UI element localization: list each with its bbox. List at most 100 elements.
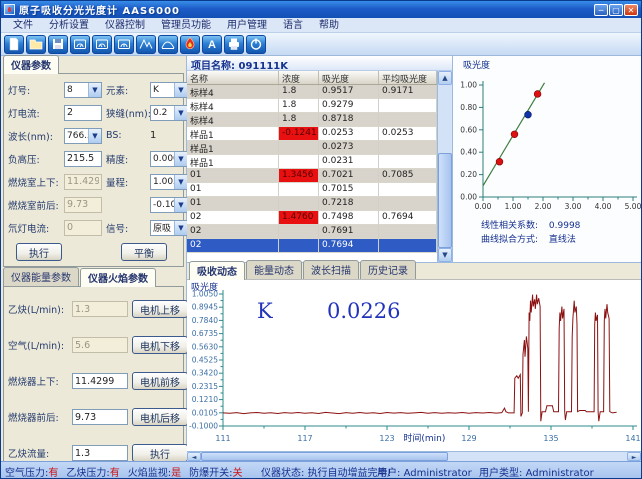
flame-button-2[interactable]: 电机前移 [132,372,188,390]
scroll-down-icon[interactable]: ▼ [438,248,452,262]
menu-item-5[interactable]: 语言 [275,18,311,32]
field-select-0[interactable]: 8▼ [64,82,102,98]
field-label-3: 狭缝(nm): [106,106,150,120]
instrument-params-panel: 仪器参数 灯号:8▼元素:K▼灯电流:狭缝(nm):0.2▼波长(nm):766… [1,56,186,269]
menu-bar: 文件分析设置仪器控制管理员功能用户管理语言帮助 [1,18,641,33]
field-input-6[interactable] [64,151,102,167]
table-row[interactable]: 标样41.80.95170.9171 [187,85,437,99]
save-button[interactable] [48,35,68,54]
table-row[interactable]: 011.34560.70210.7085 [187,169,437,183]
table-row[interactable]: 020.7691 [187,225,437,239]
chevron-down-icon[interactable]: ▼ [174,83,187,97]
table-row[interactable]: 010.7218 [187,197,437,211]
lamp-gauge-button[interactable] [70,35,90,54]
svg-text:0.4525: 0.4525 [192,356,218,365]
power-button[interactable] [246,35,266,54]
flame-button-1[interactable]: 电机下移 [132,336,188,354]
table-row[interactable]: 010.7015 [187,183,437,197]
svg-text:0.00: 0.00 [475,202,492,211]
tab-flame-1[interactable]: 仪器火焰参数 [80,268,156,287]
status-item-0: 空气压力:有 [5,468,58,479]
chart-horizontal-scrollbar[interactable]: ◄ ► [187,451,641,461]
column-header-3[interactable]: 平均吸光度 [379,71,437,84]
flame-input-3[interactable] [72,409,128,425]
menu-item-1[interactable]: 分析设置 [41,18,97,32]
tab-chart-0[interactable]: 吸收动态 [189,261,245,280]
menu-item-4[interactable]: 用户管理 [219,18,275,32]
flame-button[interactable] [180,35,200,54]
tab-flame-0[interactable]: 仪器能量参数 [3,267,79,286]
scroll-up-icon[interactable]: ▲ [438,71,452,85]
tab-chart-3[interactable]: 历史记录 [360,260,416,279]
hscroll-thumb[interactable] [201,452,448,461]
flame-button-0[interactable]: 电机上移 [132,300,188,318]
cell: 02 [187,225,279,238]
minimize-icon[interactable]: ─ [594,4,608,16]
tab-chart-2[interactable]: 波长扫描 [303,260,359,279]
field-label-1: 元素: [106,83,150,97]
new-file-icon [6,36,22,52]
column-header-0[interactable]: 名称 [187,71,279,84]
menu-item-3[interactable]: 管理员功能 [153,18,219,32]
lamp-gauge2-button[interactable] [92,35,112,54]
svg-text:0.5630: 0.5630 [192,342,218,351]
table-row[interactable]: 样品10.0231 [187,155,437,169]
field-select-13[interactable]: 原吸▼ [150,220,188,236]
field-select-9[interactable]: 1.0050▼ [150,174,188,190]
table-row[interactable]: 021.47600.74980.7694 [187,211,437,225]
print-button[interactable] [224,35,244,54]
open-file-button[interactable] [26,35,46,54]
table-row[interactable]: 标样41.80.8718 [187,113,437,127]
chevron-down-icon[interactable]: ▼ [174,198,187,212]
flame-input-2[interactable] [72,373,128,389]
title-bar: 原子吸收分光光度计 AAS6000 ─ ▢ ✕ [1,1,641,18]
field-select-7[interactable]: 0.0000▼ [150,151,188,167]
field-select-1[interactable]: K▼ [150,82,188,98]
table-row[interactable]: 样品10.0273 [187,141,437,155]
field-input-2[interactable] [64,105,102,121]
table-row[interactable]: 样品1-0.12410.02530.0253 [187,127,437,141]
absorption-plot: 吸光度1.00500.89450.78400.67350.56300.45250… [187,280,641,451]
close-icon[interactable]: ✕ [624,4,638,16]
status-bar: 空气压力:有乙炔压力:有火焰监视:是防爆开关:关 仪器状态: 执行自动增益完毕!… [1,461,641,478]
fit-label: 曲线拟合方式: [481,235,538,245]
menu-item-6[interactable]: 帮助 [311,18,347,32]
svg-text:117: 117 [297,434,312,443]
field-label-13: 信号: [106,221,150,235]
new-file-button[interactable] [4,35,24,54]
flame-button-3[interactable]: 电机后移 [132,408,188,426]
table-row[interactable]: 标样41.80.9279 [187,99,437,113]
open-file-icon [28,36,44,52]
tab-chart-1[interactable]: 能量动态 [246,260,302,279]
field-select-4[interactable]: 766.5▼ [64,128,102,144]
energy-gauge-button[interactable] [114,35,134,54]
peak-scan-button[interactable] [136,35,156,54]
table-row[interactable]: 020.7694 [187,239,437,253]
tab-instrument-params[interactable]: 仪器参数 [3,55,59,74]
flame-input-4[interactable] [72,445,128,461]
wavelength-calib-button[interactable] [158,35,178,54]
field-select-3[interactable]: 0.2▼ [150,105,188,121]
chevron-down-icon[interactable]: ▼ [88,129,101,143]
balance-button[interactable]: 平衡 [121,243,167,261]
scroll-right-icon[interactable]: ► [627,452,641,461]
chevron-down-icon[interactable]: ▼ [88,83,101,97]
maximize-icon[interactable]: ▢ [609,4,623,16]
svg-text:129: 129 [461,434,476,443]
field-select-11[interactable]: -0.1000▼ [150,197,188,213]
flame-button-4[interactable]: 执行 [132,444,188,462]
menu-item-2[interactable]: 仪器控制 [97,18,153,32]
chevron-down-icon[interactable]: ▼ [174,175,187,189]
column-header-1[interactable]: 浓度 [279,71,319,84]
chevron-down-icon[interactable]: ▼ [174,221,187,235]
execute-button[interactable]: 执行 [16,243,62,261]
menu-item-0[interactable]: 文件 [5,18,41,32]
chevron-down-icon[interactable]: ▼ [174,152,187,166]
svg-text:1.0050: 1.0050 [192,290,218,299]
scroll-left-icon[interactable]: ◄ [187,452,201,461]
column-header-2[interactable]: 吸光度 [319,71,379,84]
autosampler-button[interactable]: A [202,35,222,54]
scroll-thumb[interactable] [438,153,452,248]
chevron-down-icon[interactable]: ▼ [174,106,187,120]
table-vertical-scrollbar[interactable]: ▲ ▼ [437,71,452,262]
